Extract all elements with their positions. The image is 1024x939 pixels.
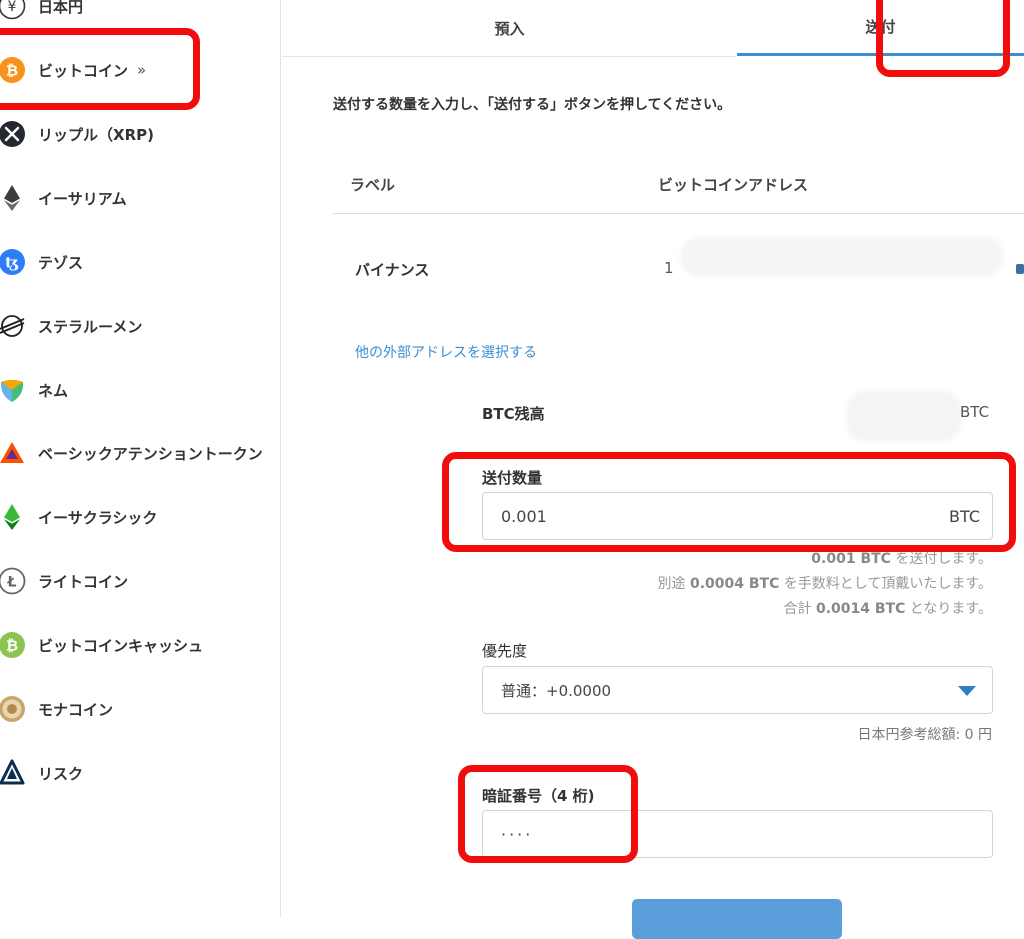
balance-unit: BTC (960, 403, 990, 421)
sidebar: ¥ 日本円 ₿ ビットコイン » リップル（XRP) イーサリアム ꜩ テゾス … (0, 0, 281, 918)
stellar-icon (0, 312, 26, 340)
svg-text:¥: ¥ (8, 0, 17, 15)
bat-icon (0, 439, 26, 467)
tab-deposit[interactable]: 預入 (282, 0, 737, 57)
send-suffix: を送付します。 (890, 551, 992, 567)
balance-label: BTC残高 (482, 405, 545, 423)
ripple-icon (0, 120, 26, 148)
svg-text:Ł: Ł (7, 575, 17, 591)
redacted-address (680, 237, 1004, 277)
tezos-icon: ꜩ (0, 248, 26, 276)
double-chevron-right-icon: » (137, 61, 147, 79)
table-header-label: ラベル (350, 176, 396, 194)
table-divider (333, 213, 1024, 214)
fee-suffix: を手数料として頂戴いたします。 (779, 576, 992, 592)
sidebar-item-label: モナコイン (38, 700, 114, 719)
sidebar-item-label: ビットコイン (38, 61, 129, 80)
pin-input[interactable]: ···· (482, 810, 993, 858)
nem-icon (0, 376, 26, 404)
fee-note: 別途 0.0004 BTC を手数料として頂戴いたします。 (658, 573, 993, 593)
sidebar-item-tezos[interactable]: ꜩ テゾス (0, 242, 270, 282)
bitcoin-cash-icon: ₿ (0, 631, 26, 659)
sidebar-item-bat[interactable]: ベーシックアテンショントークン (0, 433, 270, 473)
sidebar-item-monacoin[interactable]: モナコイン (0, 689, 270, 729)
sidebar-item-label: ベーシックアテンショントークン (38, 444, 263, 463)
table-header-address: ビットコインアドレス (658, 176, 809, 194)
svg-text:ꜩ: ꜩ (5, 254, 19, 272)
sidebar-item-nem[interactable]: ネム (0, 370, 270, 410)
redacted-balance (846, 390, 962, 442)
sidebar-item-label: ライトコイン (38, 572, 129, 591)
bitcoin-icon: ₿ (0, 56, 26, 84)
address-label-cell: バイナンス (355, 261, 430, 279)
sidebar-item-ethereum[interactable]: イーサリアム (0, 178, 270, 218)
litecoin-icon: Ł (0, 567, 26, 595)
sidebar-item-litecoin[interactable]: Ł ライトコイン (0, 561, 270, 601)
sidebar-item-lisk[interactable]: リスク (0, 753, 270, 793)
send-amount: 0.001 BTC (811, 551, 891, 567)
sidebar-item-ethereum-classic[interactable]: イーサクラシック (0, 497, 270, 537)
sidebar-item-label: イーサクラシック (38, 508, 158, 527)
select-other-address-link[interactable]: 他の外部アドレスを選択する (355, 342, 537, 362)
sidebar-item-jpy[interactable]: ¥ 日本円 (0, 0, 270, 26)
tab-bar: 預入 送付 (282, 0, 1024, 57)
pin-value: ···· (501, 824, 534, 844)
chevron-down-icon (958, 686, 976, 696)
sidebar-item-label: ビットコインキャッシュ (38, 636, 204, 655)
amount-input[interactable]: 0.001 BTC (482, 492, 993, 540)
priority-label: 優先度 (482, 642, 528, 660)
tab-send[interactable]: 送付 (737, 0, 1024, 56)
sidebar-item-label: リップル（XRP) (38, 125, 154, 144)
ethereum-classic-icon (0, 503, 26, 531)
sidebar-item-bitcoin-cash[interactable]: ₿ ビットコインキャッシュ (0, 625, 270, 665)
sidebar-item-label: ステラルーメン (38, 317, 143, 336)
priority-select[interactable]: 普通：+0.0000 (482, 666, 993, 714)
copy-icon[interactable] (1016, 264, 1024, 274)
pin-label: 暗証番号（4 桁) (482, 787, 595, 805)
fee-amount: 0.0004 BTC (689, 576, 780, 592)
total-amount: 0.0014 BTC (815, 601, 906, 617)
amount-unit: BTC (949, 506, 980, 526)
sidebar-item-label: イーサリアム (38, 189, 127, 208)
sidebar-item-stellar[interactable]: ステラルーメン (0, 306, 270, 346)
fee-prefix: 別途 (657, 576, 690, 592)
sidebar-item-label: テゾス (38, 253, 84, 272)
sidebar-item-label: 日本円 (38, 0, 84, 16)
total-suffix: となります。 (905, 601, 992, 617)
jpy-total-note: 日本円参考総額: 0 円 (857, 727, 992, 743)
svg-text:₿: ₿ (6, 637, 18, 655)
sidebar-item-label: リスク (38, 764, 84, 783)
monacoin-icon (0, 695, 26, 723)
instruction-text: 送付する数量を入力し、「送付する」ボタンを押してください。 (333, 97, 732, 113)
ethereum-icon (0, 184, 26, 212)
priority-value: 普通：+0.0000 (501, 681, 612, 700)
submit-button[interactable] (632, 899, 842, 939)
sidebar-item-bitcoin[interactable]: ₿ ビットコイン » (0, 50, 270, 90)
total-prefix: 合計 (783, 601, 816, 617)
svg-text:₿: ₿ (6, 62, 18, 80)
amount-value: 0.001 (501, 506, 547, 526)
amount-label: 送付数量 (482, 469, 543, 487)
sidebar-item-label: ネム (38, 381, 69, 400)
total-note: 合計 0.0014 BTC となります。 (784, 598, 993, 618)
sidebar-item-ripple[interactable]: リップル（XRP) (0, 114, 270, 154)
address-cell: 1 (664, 259, 674, 277)
lisk-icon (0, 759, 26, 787)
yen-icon: ¥ (0, 0, 26, 20)
send-amount-note: 0.001 BTC を送付します。 (811, 548, 992, 568)
